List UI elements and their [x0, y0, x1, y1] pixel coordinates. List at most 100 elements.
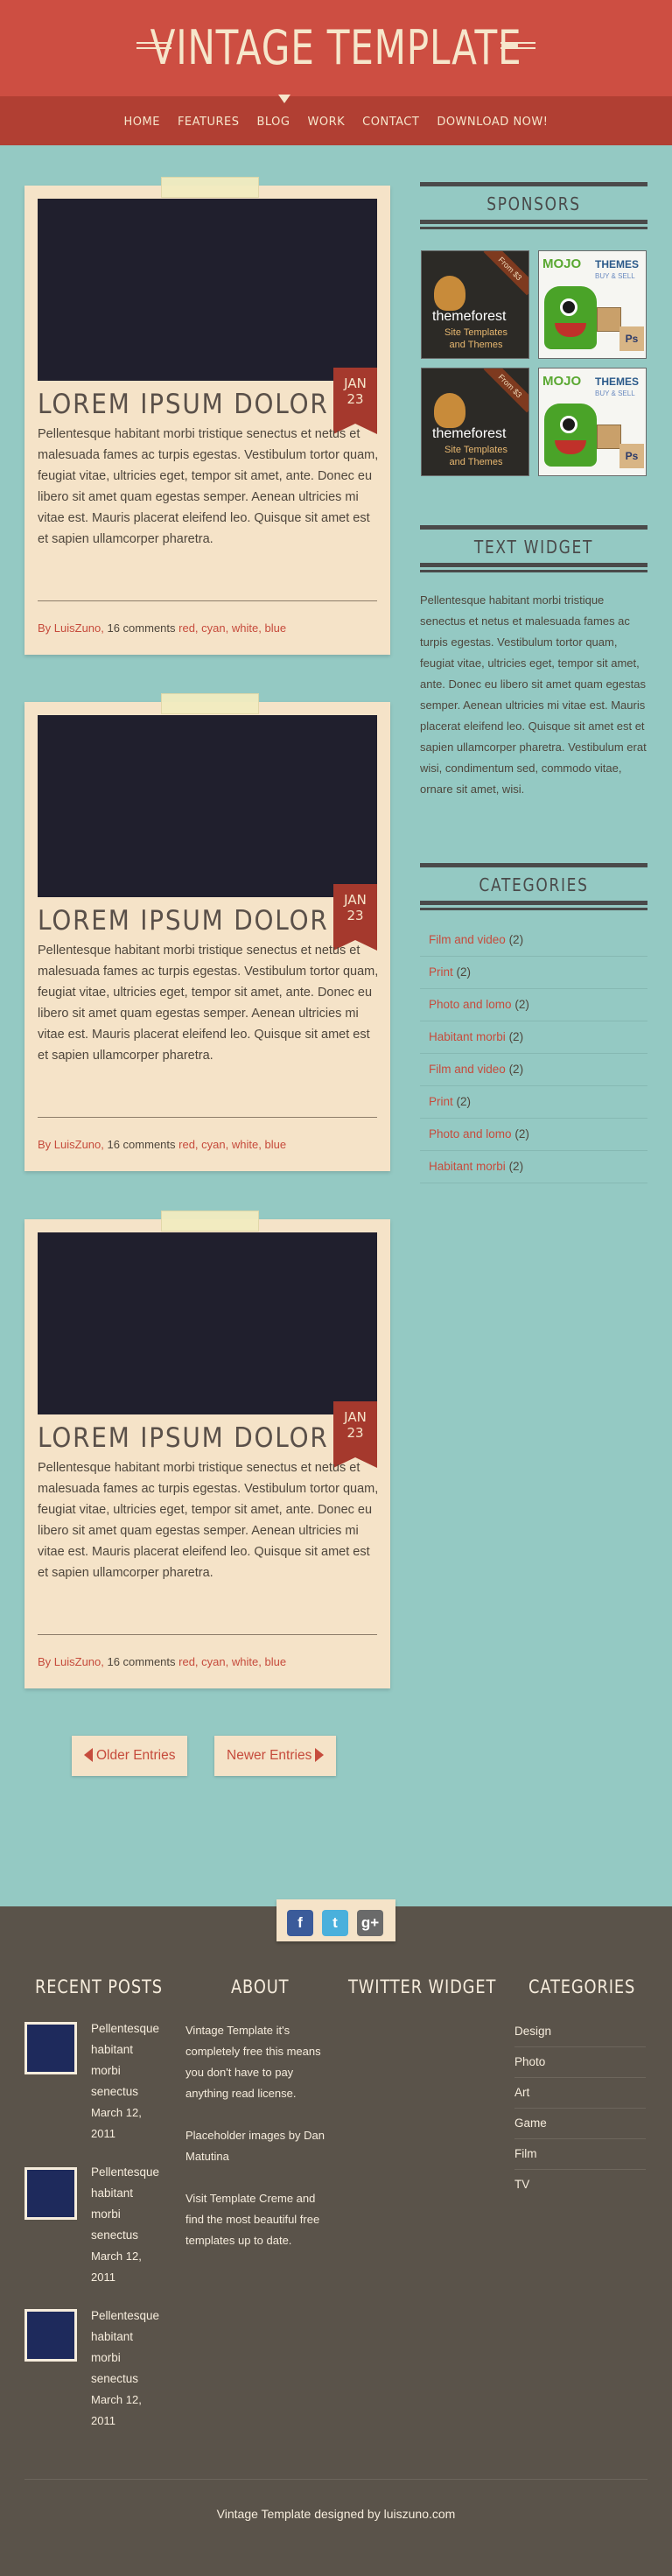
recent-post-thumbnail[interactable]	[24, 2309, 77, 2362]
category-link[interactable]: Print	[429, 965, 453, 979]
footer-credit[interactable]: Vintage Template designed by luiszuno.co…	[0, 2507, 672, 2521]
photoshop-icon: Ps	[620, 444, 644, 468]
nav-home[interactable]: HOME	[124, 116, 160, 129]
themeforest-ad[interactable]: From $3 themeforest Site Templates and Th…	[421, 250, 529, 359]
recent-post-title[interactable]: Pellentesque habitant morbi senectus	[91, 2306, 178, 2390]
post-image[interactable]	[38, 199, 377, 381]
category-item: Print (2)	[420, 1086, 648, 1119]
comments-count[interactable]: 16 comments	[104, 621, 178, 635]
twitter-icon[interactable]: t	[322, 1910, 348, 1936]
recent-post-thumbnail[interactable]	[24, 2167, 77, 2220]
facebook-icon[interactable]: f	[287, 1910, 313, 1936]
recent-post-title[interactable]: Pellentesque habitant morbi senectus	[91, 2018, 178, 2102]
heading-rule-bottom	[420, 901, 648, 905]
comments-count[interactable]: 16 comments	[104, 1138, 178, 1151]
post-image[interactable]	[38, 715, 377, 897]
ad-tagline: BUY & SELL	[595, 390, 635, 397]
post-meta: By LuisZuno, 16 comments red, cyan, whit…	[38, 1655, 286, 1668]
tag-red[interactable]: red,	[178, 621, 198, 635]
about-paragraph: Visit Template Creme and find the most b…	[186, 2192, 320, 2247]
photoshop-icon: Ps	[620, 326, 644, 351]
ad-brand-sub: THEMES	[595, 258, 640, 270]
about-paragraph: Placeholder images by Dan Matutina	[186, 2129, 325, 2163]
title-line: Pellentesque	[91, 2309, 160, 2322]
footer-category-link[interactable]: Film	[514, 2139, 646, 2170]
mouth-icon	[555, 323, 586, 337]
nav-work[interactable]: WORK	[308, 116, 346, 129]
author-link[interactable]: By LuisZuno,	[38, 1655, 104, 1668]
title-line: morbi	[91, 2064, 121, 2077]
heading-rule-thin	[420, 570, 648, 572]
category-item: Film and video (2)	[420, 924, 648, 957]
recent-post-title[interactable]: Pellentesque habitant morbi senectus	[91, 2162, 178, 2246]
tag-white[interactable]: white,	[232, 1655, 262, 1668]
site-title[interactable]: VINTAGE TEMPLATE	[74, 21, 598, 75]
category-link[interactable]: Photo and lomo	[429, 998, 512, 1011]
nav-contact[interactable]: CONTACT	[362, 116, 419, 129]
footer-category-link[interactable]: TV	[514, 2170, 646, 2200]
recent-post-date: March 12, 2011	[91, 2390, 178, 2432]
newer-entries-button[interactable]: Newer Entries	[214, 1736, 337, 1776]
mouth-icon	[555, 440, 586, 454]
category-link[interactable]: Film and video	[429, 933, 506, 946]
post-image[interactable]	[38, 1232, 377, 1414]
footer-category-link[interactable]: Design	[514, 2017, 646, 2047]
site-header: VINTAGE TEMPLATE HOME FEATURES BLOG WORK…	[0, 0, 672, 145]
nav-blog[interactable]: BLOG	[256, 116, 290, 129]
tag-blue[interactable]: blue	[264, 621, 286, 635]
nav-features[interactable]: FEATURES	[178, 116, 240, 129]
eye-icon	[560, 298, 578, 316]
date-month: JAN	[344, 892, 367, 908]
comments-count[interactable]: 16 comments	[104, 1655, 178, 1668]
arrow-right-icon	[315, 1748, 325, 1762]
footer-category-list: Design Photo Art Game Film TV	[514, 2017, 646, 2200]
tag-blue[interactable]: blue	[264, 1138, 286, 1151]
older-entries-button[interactable]: Older Entries	[72, 1736, 188, 1776]
footer-heading-recent: RECENT POSTS	[35, 1976, 163, 1997]
tag-cyan[interactable]: cyan,	[201, 1138, 228, 1151]
category-link[interactable]: Habitant morbi	[429, 1030, 506, 1043]
author-link[interactable]: By LuisZuno,	[38, 1138, 104, 1151]
mojo-themes-ad[interactable]: MOJO THEMES BUY & SELL Ps	[538, 368, 647, 476]
tag-white[interactable]: white,	[232, 1138, 262, 1151]
category-link[interactable]: Habitant morbi	[429, 1160, 506, 1173]
categories-heading: CATEGORIES	[479, 874, 589, 895]
category-link[interactable]: Print	[429, 1095, 453, 1108]
google-plus-icon[interactable]: g+	[357, 1910, 383, 1936]
eye-icon	[560, 416, 578, 433]
categories-heading-block: CATEGORIES	[420, 863, 648, 910]
footer-category-link[interactable]: Game	[514, 2109, 646, 2139]
title-line: senectus	[91, 2085, 139, 2098]
title-line: Pellentesque	[91, 2165, 160, 2179]
tape-decoration	[161, 177, 259, 198]
themeforest-ad[interactable]: From $3 themeforest Site Templates and Th…	[421, 368, 529, 476]
heading-rule-bottom	[420, 220, 648, 224]
tag-red[interactable]: red,	[178, 1138, 198, 1151]
post-title[interactable]: LOREM IPSUM DOLOR	[38, 389, 329, 420]
category-link[interactable]: Film and video	[429, 1063, 506, 1076]
post-title[interactable]: LOREM IPSUM DOLOR	[38, 1422, 329, 1454]
tag-cyan[interactable]: cyan,	[201, 621, 228, 635]
tag-white[interactable]: white,	[232, 621, 262, 635]
date-ribbon: JAN 23	[333, 884, 377, 951]
tag-blue[interactable]: blue	[264, 1655, 286, 1668]
footer-category-link[interactable]: Art	[514, 2078, 646, 2109]
tag-cyan[interactable]: cyan,	[201, 1655, 228, 1668]
date-line: March 12,	[91, 2250, 142, 2263]
nav-download[interactable]: DOWNLOAD NOW!	[437, 116, 548, 129]
older-entries-label: Older Entries	[96, 1748, 176, 1763]
date-ribbon: JAN 23	[333, 1401, 377, 1468]
post-title[interactable]: LOREM IPSUM DOLOR	[38, 905, 329, 937]
mojo-themes-ad[interactable]: MOJO THEMES BUY & SELL Ps	[538, 250, 647, 359]
author-link[interactable]: By LuisZuno,	[38, 621, 104, 635]
category-link[interactable]: Photo and lomo	[429, 1127, 512, 1141]
footer-divider	[24, 2479, 648, 2480]
title-line: morbi	[91, 2207, 121, 2221]
category-item: Habitant morbi (2)	[420, 1021, 648, 1054]
category-item: Photo and lomo (2)	[420, 1119, 648, 1151]
category-count: (2)	[456, 1095, 472, 1108]
text-widget-heading: TEXT WIDGET	[473, 537, 594, 558]
recent-post-thumbnail[interactable]	[24, 2022, 77, 2074]
footer-category-link[interactable]: Photo	[514, 2047, 646, 2078]
tag-red[interactable]: red,	[178, 1655, 198, 1668]
